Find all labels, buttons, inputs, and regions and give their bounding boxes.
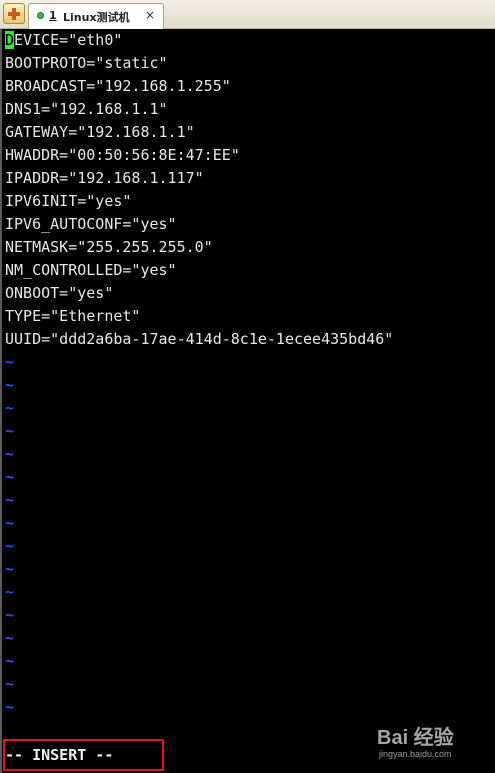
empty-line-tilde: ~ bbox=[5, 514, 15, 532]
vim-editor[interactable]: DEVICE="eth0" BOOTPROTO="static" BROADCAS… bbox=[0, 29, 495, 773]
file-line: BOOTPROTO="static" bbox=[5, 54, 168, 72]
terminal-window: 1 Linux测试机 × DEVICE="eth0" BOOTPROTO="st… bbox=[0, 0, 495, 773]
empty-line-tilde: ~ bbox=[5, 353, 15, 371]
empty-line-tilde: ~ bbox=[5, 698, 15, 716]
status-dot-icon bbox=[37, 12, 44, 19]
empty-line-tilde: ~ bbox=[5, 445, 15, 463]
tab-title: Linux测试机 bbox=[63, 11, 130, 24]
watermark-url: jingyan.baidu.com bbox=[379, 749, 452, 759]
empty-line-tilde: ~ bbox=[5, 652, 15, 670]
file-line: IPV6_AUTOCONF="yes" bbox=[5, 215, 177, 233]
file-line-1: DEVICE="eth0" bbox=[5, 29, 122, 52]
new-tab-button[interactable] bbox=[3, 3, 25, 24]
empty-line-tilde: ~ bbox=[5, 422, 15, 440]
empty-line-tilde: ~ bbox=[5, 629, 15, 647]
empty-line-tilde: ~ bbox=[5, 468, 15, 486]
watermark: Bai 经验 jingyan.baidu.com bbox=[377, 721, 467, 767]
empty-line-tilde: ~ bbox=[5, 675, 15, 693]
tab-number: 1 bbox=[49, 9, 57, 22]
file-line: IPADDR="192.168.1.117" bbox=[5, 169, 204, 187]
empty-line-tilde: ~ bbox=[5, 606, 15, 624]
empty-line-tilde: ~ bbox=[5, 376, 15, 394]
file-line: ONBOOT="yes" bbox=[5, 284, 114, 302]
empty-line-tilde: ~ bbox=[5, 583, 15, 601]
tab-bar: 1 Linux测试机 × bbox=[0, 0, 495, 29]
file-line: BROADCAST="192.168.1.255" bbox=[5, 77, 231, 95]
close-icon[interactable]: × bbox=[145, 8, 155, 22]
file-line: GATEWAY="192.168.1.1" bbox=[5, 123, 195, 141]
file-line: UUID="ddd2a6ba-17ae-414d-8c1e-1ecee435bd… bbox=[5, 330, 394, 348]
highlight-box bbox=[3, 739, 164, 771]
file-line: IPV6INIT="yes" bbox=[5, 192, 132, 210]
tab-linux-test[interactable]: 1 Linux测试机 × bbox=[28, 3, 164, 29]
file-line: DNS1="192.168.1.1" bbox=[5, 100, 168, 118]
empty-line-tilde: ~ bbox=[5, 560, 15, 578]
text-cursor: D bbox=[5, 31, 15, 49]
file-line: NETMASK="255.255.255.0" bbox=[5, 238, 213, 256]
empty-line-tilde: ~ bbox=[5, 537, 15, 555]
empty-line-tilde: ~ bbox=[5, 491, 15, 509]
watermark-logo: Bai 经验 bbox=[377, 727, 454, 749]
empty-line-tilde: ~ bbox=[5, 399, 15, 417]
file-line: TYPE="Ethernet" bbox=[5, 307, 141, 325]
plus-icon bbox=[8, 7, 20, 20]
file-line-text: EVICE="eth0" bbox=[14, 31, 123, 49]
file-line: NM_CONTROLLED="yes" bbox=[5, 261, 177, 279]
file-line: HWADDR="00:50:56:8E:47:EE" bbox=[5, 146, 240, 164]
